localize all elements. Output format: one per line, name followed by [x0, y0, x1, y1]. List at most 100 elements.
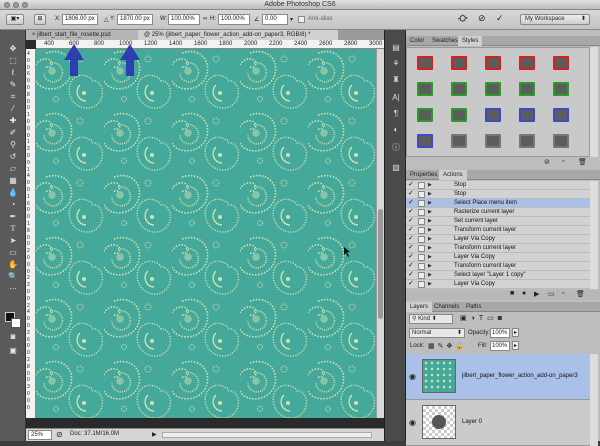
tab-swatches[interactable]: Swatches — [428, 36, 462, 46]
blur-tool-icon[interactable]: 💧 — [3, 188, 23, 198]
fill-field[interactable]: 100% — [490, 341, 510, 351]
play-icon[interactable]: ▶ — [534, 290, 539, 298]
vertical-scrollbar[interactable] — [376, 49, 384, 418]
dialog-toggle-box[interactable] — [418, 191, 425, 198]
angle-field[interactable]: 0.00 — [262, 14, 288, 25]
tab-actions[interactable]: Actions — [439, 170, 467, 180]
delete-action-icon[interactable]: 🗑 — [576, 290, 585, 298]
more-tools-icon[interactable]: ⋯ — [3, 284, 23, 294]
clear-style-icon[interactable]: ⊘ — [544, 158, 550, 166]
style-swatch[interactable] — [451, 82, 467, 96]
new-set-icon[interactable]: ▭ — [548, 290, 555, 298]
dialog-toggle-box[interactable] — [418, 227, 425, 234]
hand-tool-icon[interactable]: ✋ — [3, 260, 23, 270]
brush-panel-icon[interactable]: ⚘ — [388, 58, 404, 70]
blend-mode-select[interactable]: Normal ⬍ — [409, 328, 465, 338]
action-check-icon[interactable]: ✓ — [408, 271, 416, 279]
style-swatch[interactable] — [519, 82, 535, 96]
pen-tool-icon[interactable]: ✒ — [3, 212, 23, 222]
link-icon[interactable]: ∞ — [203, 16, 207, 22]
quick-select-tool-icon[interactable]: ✎ — [3, 80, 23, 90]
shape-tool-icon[interactable]: ▭ — [3, 248, 23, 258]
delete-style-icon[interactable]: 🗑 — [578, 158, 587, 166]
path-select-tool-icon[interactable]: ➤ — [3, 236, 23, 246]
tool-preset-picker[interactable]: ▣▾ — [6, 14, 24, 25]
dodge-tool-icon[interactable]: ◔ — [3, 200, 23, 210]
style-swatch[interactable] — [519, 108, 535, 122]
style-swatch[interactable] — [417, 82, 433, 96]
dialog-toggle-box[interactable] — [418, 272, 425, 279]
close-window-button[interactable] — [4, 2, 10, 8]
lock-icons[interactable]: ▦✎✥🔒 — [428, 342, 467, 350]
expand-triangle-icon[interactable]: ▶ — [428, 190, 432, 198]
dialog-toggle-box[interactable] — [418, 263, 425, 270]
style-swatch[interactable] — [417, 134, 433, 148]
filter-icons[interactable]: ▣◑T▭◙ — [460, 314, 506, 322]
action-check-icon[interactable]: ✓ — [408, 181, 416, 189]
opacity-slider-icon[interactable]: ▸ — [512, 328, 520, 337]
expand-triangle-icon[interactable]: ▶ — [428, 262, 432, 270]
action-item[interactable]: ✓ ▶ Stop — [406, 190, 590, 199]
move-tool-icon[interactable]: ✥ — [3, 44, 23, 54]
crop-tool-icon[interactable]: ⌗ — [3, 92, 23, 102]
dialog-toggle-box[interactable] — [418, 236, 425, 243]
action-item[interactable]: ✓ ▶ Transform current layer — [406, 262, 590, 271]
expand-triangle-icon[interactable]: ▶ — [428, 235, 432, 243]
style-swatch[interactable] — [451, 56, 467, 70]
minimize-window-button[interactable] — [13, 2, 19, 8]
marquee-tool-icon[interactable]: ⬚ — [3, 56, 23, 66]
action-item[interactable]: ✓ ▶ Select layer "Layer 1 copy" — [406, 271, 590, 280]
action-check-icon[interactable]: ✓ — [408, 253, 416, 261]
healing-brush-tool-icon[interactable]: ✚ — [3, 116, 23, 126]
action-check-icon[interactable]: ✓ — [408, 208, 416, 216]
new-action-icon[interactable]: ▫ — [562, 290, 564, 297]
fill-slider-icon[interactable]: ▸ — [512, 341, 520, 350]
history-panel-icon[interactable]: ▤ — [388, 42, 404, 54]
dialog-toggle-box[interactable] — [418, 200, 425, 207]
action-check-icon[interactable]: ✓ — [408, 280, 416, 288]
new-style-icon[interactable]: ▫ — [562, 158, 564, 165]
reference-point-icon[interactable]: ⊞ — [34, 14, 46, 25]
tab-rosette[interactable]: × jilbert_start_file_rosette.psd — [26, 30, 138, 40]
expand-triangle-icon[interactable]: ▶ — [428, 199, 432, 207]
background-color-swatch[interactable] — [11, 318, 21, 328]
type-tool-icon[interactable]: T — [3, 224, 23, 234]
dialog-toggle-box[interactable] — [418, 209, 425, 216]
action-check-icon[interactable]: ✓ — [408, 199, 416, 207]
action-item[interactable]: ✓ ▶ Set current layer — [406, 217, 590, 226]
style-swatch[interactable] — [485, 82, 501, 96]
warp-icon[interactable]: ⛮ — [458, 13, 467, 24]
dialog-toggle-box[interactable] — [418, 281, 425, 288]
action-check-icon[interactable]: ✓ — [408, 244, 416, 252]
cancel-transform-icon[interactable]: ⊘ — [478, 13, 486, 24]
x-field[interactable]: 1806.00 px — [62, 14, 98, 25]
action-check-icon[interactable]: ✓ — [408, 235, 416, 243]
status-info-icon[interactable]: ⊘ — [56, 430, 63, 439]
action-check-icon[interactable]: ✓ — [408, 217, 416, 225]
history-brush-tool-icon[interactable]: ↺ — [3, 152, 23, 162]
style-swatch[interactable] — [417, 108, 433, 122]
dialog-toggle-box[interactable] — [418, 218, 425, 225]
workspace-select[interactable]: My Workspace ⬍ — [520, 14, 590, 25]
expand-triangle-icon[interactable]: ▶ — [428, 217, 432, 225]
navigator-panel-icon[interactable]: ▧ — [388, 162, 404, 174]
horizontal-scrollbar[interactable] — [162, 432, 372, 438]
action-item[interactable]: ✓ ▶ Layer Via Copy — [406, 280, 590, 289]
style-swatch[interactable] — [485, 134, 501, 148]
style-swatch[interactable] — [553, 108, 569, 122]
layer-filter-select[interactable]: ⚲ Kind ⬍ — [409, 314, 453, 324]
gradient-tool-icon[interactable]: ▦ — [3, 176, 23, 186]
paragraph-panel-icon[interactable]: ¶ — [388, 108, 404, 120]
action-item[interactable]: ✓ ▶ Rasterize current layer — [406, 208, 590, 217]
adjustment-panel-icon[interactable]: ◐ — [388, 124, 404, 136]
style-swatch[interactable] — [553, 82, 569, 96]
dialog-toggle-box[interactable] — [418, 254, 425, 261]
angle-dropdown-icon[interactable]: ▾ — [290, 16, 293, 23]
action-check-icon[interactable]: ✓ — [408, 262, 416, 270]
action-item[interactable]: ✓ ▶ Layer Via Copy — [406, 235, 590, 244]
action-item[interactable]: ✓ ▶ Layer Via Copy — [406, 253, 590, 262]
styles-scrollbar[interactable] — [590, 47, 598, 157]
action-item[interactable]: ✓ ▶ Stop — [406, 181, 590, 190]
lasso-tool-icon[interactable]: ℓ — [3, 68, 23, 78]
tab-color[interactable]: Color — [406, 36, 428, 46]
